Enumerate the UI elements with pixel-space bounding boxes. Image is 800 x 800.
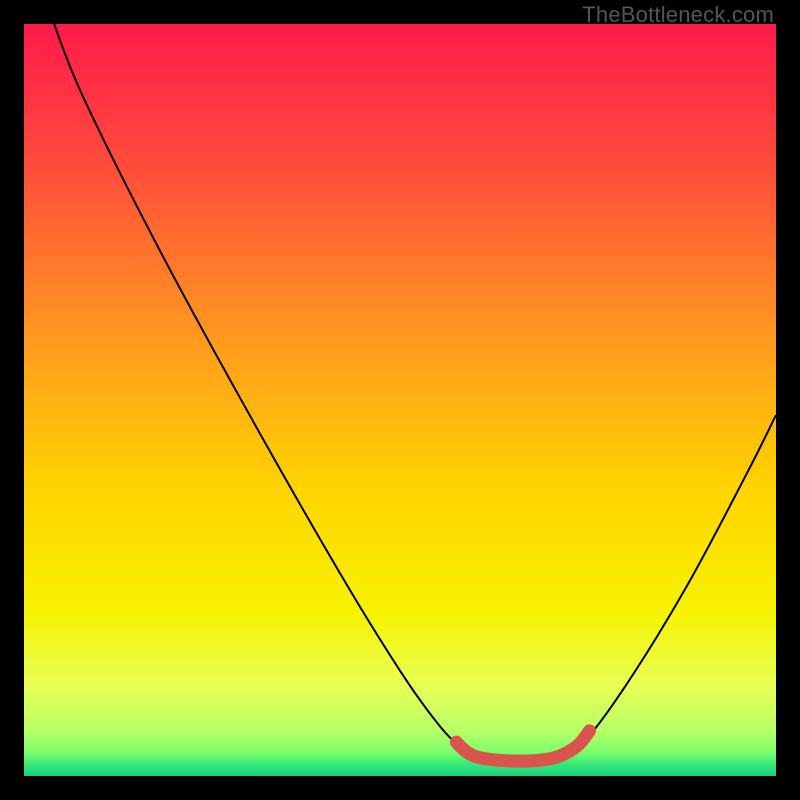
gradient-background bbox=[24, 24, 776, 776]
chart-plot-area bbox=[24, 24, 776, 776]
bottleneck-chart bbox=[24, 24, 776, 776]
